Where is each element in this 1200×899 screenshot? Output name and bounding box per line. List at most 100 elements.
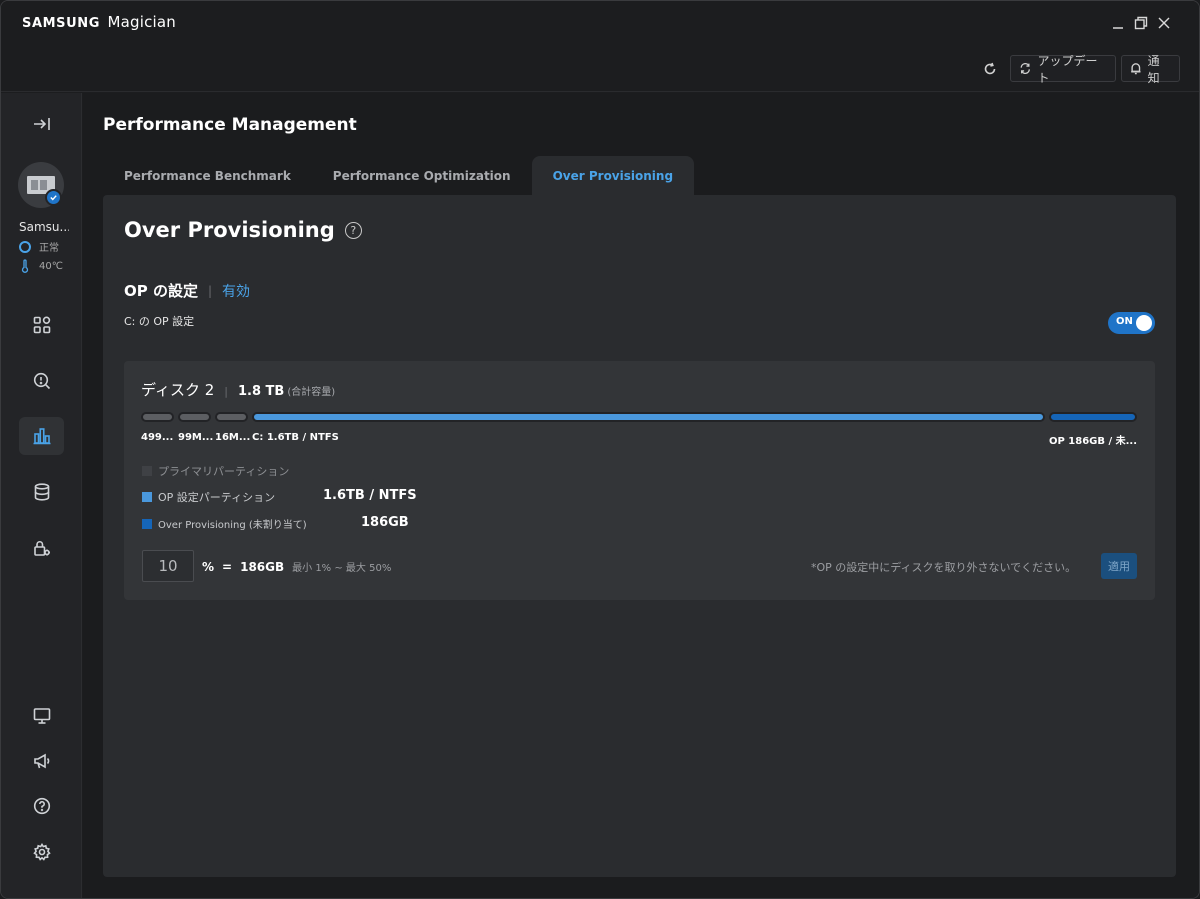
help-icon[interactable]: ? — [344, 221, 362, 239]
apply-button[interactable]: 適用 — [1101, 553, 1137, 579]
legend-primary: プライマリパーティション — [142, 463, 289, 479]
equals-sign: = — [222, 560, 233, 574]
tab-performance-benchmark[interactable]: Performance Benchmark — [103, 156, 312, 195]
minimize-icon — [1113, 27, 1123, 29]
bell-icon — [1131, 63, 1141, 75]
sidebar-item-help[interactable] — [19, 787, 64, 825]
legend-op-partition-value: 1.6TB / NTFS — [323, 488, 417, 503]
section-title: Over Provisioning ? — [124, 218, 362, 242]
sidebar-item-performance[interactable] — [19, 417, 64, 455]
partition-segment-1[interactable] — [141, 412, 174, 422]
app-product: Magician — [107, 13, 177, 31]
legend-unallocated-value: 186GB — [361, 515, 409, 530]
grid-icon — [33, 316, 50, 334]
help-icon — [33, 797, 50, 815]
notifications-label: 通知 — [1147, 53, 1160, 85]
toggle-label: ON — [1116, 316, 1133, 327]
gear-icon — [32, 843, 51, 861]
op-setting-row: OP の設定 | 有効 — [124, 280, 250, 301]
partition-label-op: OP 186GB / 未... — [1049, 436, 1138, 447]
sidebar-item-security[interactable] — [19, 529, 64, 567]
sidebar-item-data-management[interactable] — [19, 473, 64, 511]
disk-name: ディスク 2 — [141, 381, 215, 399]
legend-swatch — [142, 492, 152, 502]
app-brand: SAMSUNG — [22, 16, 101, 31]
disk-capacity: 1.8 TB — [237, 384, 285, 399]
app-title: SAMSUNG Magician — [22, 13, 176, 31]
op-toggle[interactable]: ON — [1108, 312, 1155, 334]
partition-label-2: 99M... — [178, 432, 213, 443]
legend-unallocated: Over Provisioning (未割り当て) — [142, 516, 307, 531]
refresh-button[interactable] — [980, 59, 1000, 79]
sidebar-expand-button[interactable] — [19, 105, 64, 143]
percent-sign: % — [202, 560, 215, 574]
partition-segment-c[interactable] — [252, 412, 1045, 422]
op-size-result: 186GB — [240, 560, 285, 574]
sidebar-item-display[interactable] — [19, 697, 64, 735]
megaphone-icon — [33, 753, 49, 769]
legend-op-partition: OP 設定パーティション — [142, 489, 275, 505]
legend-swatch — [142, 518, 152, 529]
legend-label: プライマリパーティション — [158, 465, 290, 478]
update-label: アップデート — [1037, 53, 1098, 85]
disk-header: ディスク 2 | 1.8 TB (合計容量) — [141, 379, 335, 400]
restore-button[interactable] — [1131, 13, 1151, 33]
health-status-icon — [19, 240, 31, 253]
main-content: Performance Management Performance Bench… — [83, 93, 1199, 898]
partition-label-3: 16M... — [215, 432, 250, 443]
partition-label-1: 499... — [141, 432, 174, 443]
op-range-hint: 最小 1% ~ 最大 50% — [292, 563, 392, 574]
diagnostic-scan-icon — [33, 372, 50, 390]
thermometer-icon — [21, 259, 29, 273]
divider: | — [207, 283, 213, 298]
device-temp-text: 40℃ — [39, 260, 63, 272]
op-percent-input[interactable]: 10 — [142, 550, 194, 582]
section-title-text: Over Provisioning — [124, 218, 335, 242]
device-check-icon — [45, 189, 62, 206]
sidebar-item-announcements[interactable] — [19, 742, 64, 780]
op-setting-label: OP の設定 — [124, 282, 198, 300]
bar-chart-icon — [33, 428, 50, 445]
partition-segment-3[interactable] — [215, 412, 248, 422]
warning-note: *OP の設定中にディスクを取り外さないでください。 — [811, 561, 1077, 574]
sidebar-item-settings[interactable] — [19, 833, 64, 871]
update-button[interactable]: アップデート — [1010, 54, 1116, 85]
sidebar-item-dashboard[interactable] — [19, 306, 64, 344]
legend-label: OP 設定パーティション — [158, 491, 276, 504]
page-title: Performance Management — [103, 115, 357, 135]
partition-segment-2[interactable] — [178, 412, 211, 422]
restore-icon — [1134, 16, 1148, 30]
refresh-icon — [984, 62, 996, 75]
partition-segment-op[interactable] — [1049, 412, 1137, 422]
sidebar: Samsu... 正常 40℃ — [1, 93, 82, 898]
app-window: SAMSUNG Magician アップデート 通知 Samsu... 正常 4… — [0, 0, 1200, 899]
monitor-icon — [33, 708, 50, 724]
device-status-text: 正常 — [39, 243, 59, 254]
disk-capacity-note: (合計容量) — [287, 387, 336, 398]
drive-op-setting-label: C: の OP 設定 — [124, 315, 195, 328]
tab-bar: Performance Benchmark Performance Optimi… — [103, 156, 695, 196]
close-button[interactable] — [1154, 13, 1174, 33]
notifications-button[interactable]: 通知 — [1121, 54, 1180, 85]
device-temperature: 40℃ — [19, 259, 63, 273]
partition-label-c: C: 1.6TB / NTFS — [252, 432, 339, 443]
sync-icon — [1020, 62, 1030, 75]
expand-arrow-icon — [33, 118, 50, 130]
title-bar: SAMSUNG Magician アップデート 通知 — [1, 1, 1199, 92]
tab-performance-optimization[interactable]: Performance Optimization — [312, 156, 532, 195]
divider: | — [224, 385, 228, 398]
minimize-button[interactable] — [1108, 13, 1128, 33]
database-icon — [34, 483, 49, 501]
lock-gear-icon — [33, 541, 50, 556]
sidebar-item-diagnostics[interactable] — [19, 362, 64, 400]
legend-swatch — [142, 466, 152, 476]
tab-over-provisioning[interactable]: Over Provisioning — [531, 156, 695, 195]
device-name: Samsu... — [19, 220, 69, 234]
op-size-calculation: % = 186GB 最小 1% ~ 最大 50% — [202, 559, 391, 574]
over-provisioning-panel: Over Provisioning ? OP の設定 | 有効 C: の OP … — [103, 195, 1176, 877]
toggle-knob — [1136, 315, 1152, 331]
disk-card: ディスク 2 | 1.8 TB (合計容量) 499... 99M... 16M… — [124, 361, 1155, 600]
device-status: 正常 — [19, 239, 59, 254]
legend-label: Over Provisioning (未割り当て) — [158, 520, 307, 531]
close-icon — [1158, 17, 1170, 29]
